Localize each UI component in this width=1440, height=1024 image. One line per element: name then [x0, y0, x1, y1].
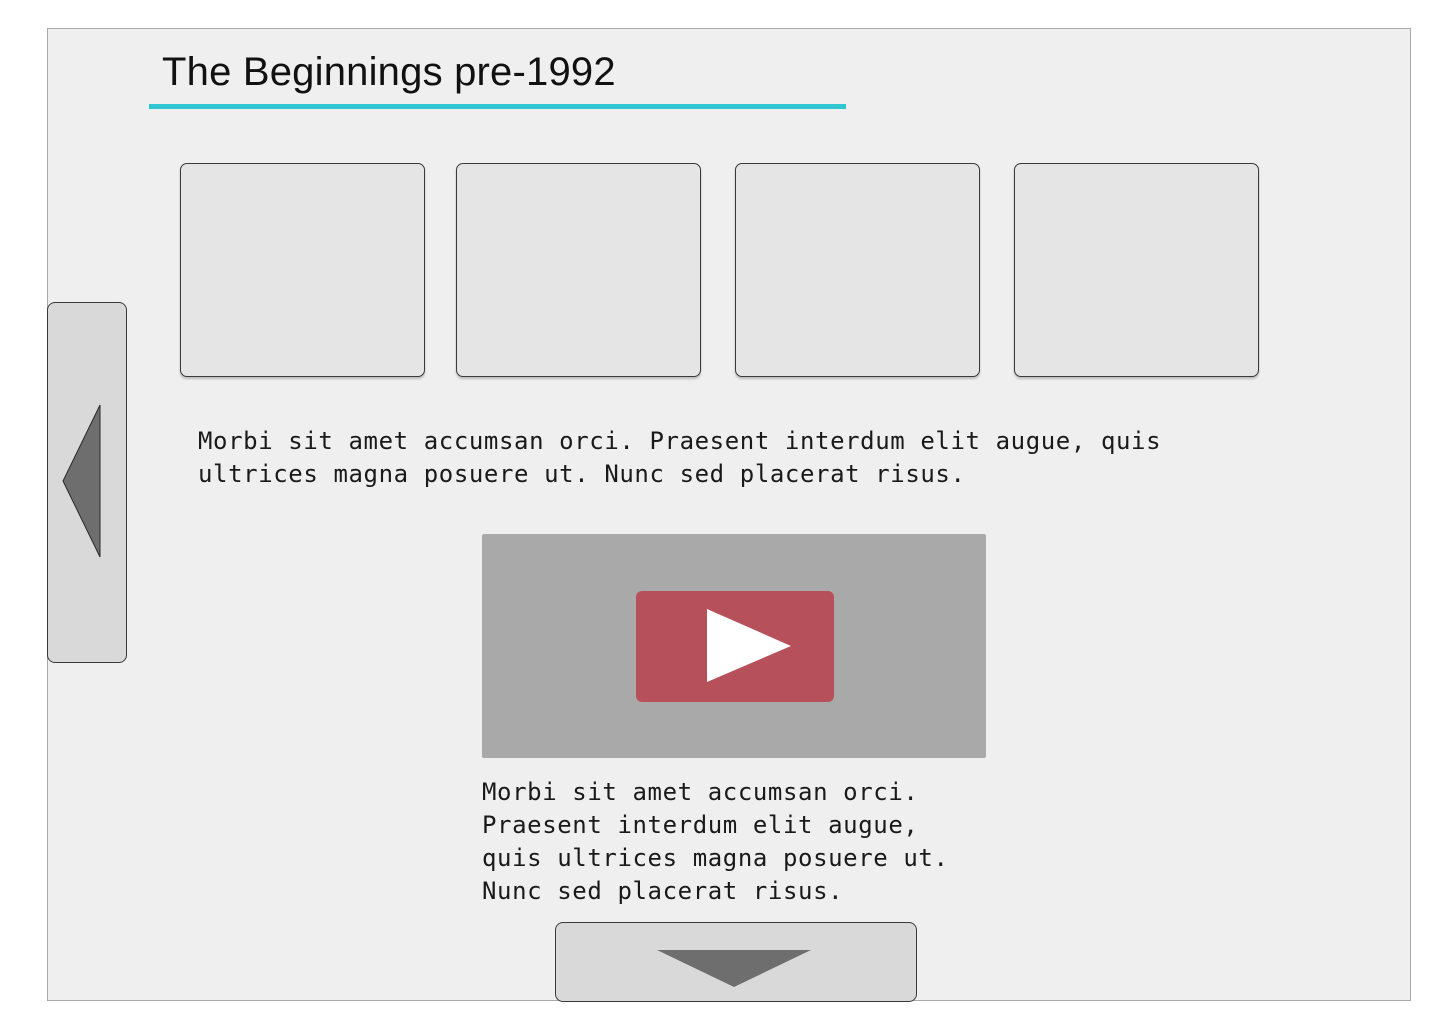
previous-page-button[interactable] [47, 302, 127, 663]
gallery-thumbnail-4[interactable] [1014, 163, 1259, 377]
arrow-down-icon [657, 950, 811, 987]
page-title: The Beginnings pre-1992 [162, 50, 616, 94]
video-player[interactable] [482, 534, 986, 758]
title-underline [149, 104, 846, 109]
gallery-thumbnail-3[interactable] [735, 163, 980, 377]
play-button[interactable] [636, 591, 834, 702]
video-caption: Morbi sit amet accumsan orci. Praesent i… [482, 778, 949, 905]
next-section-button[interactable] [555, 922, 917, 1002]
intro-paragraph: Morbi sit amet accumsan orci. Praesent i… [198, 427, 1162, 488]
gallery-thumbnail-1[interactable] [180, 163, 425, 377]
arrow-left-icon [62, 404, 101, 558]
play-icon [707, 609, 791, 682]
gallery-thumbnail-2[interactable] [456, 163, 701, 377]
